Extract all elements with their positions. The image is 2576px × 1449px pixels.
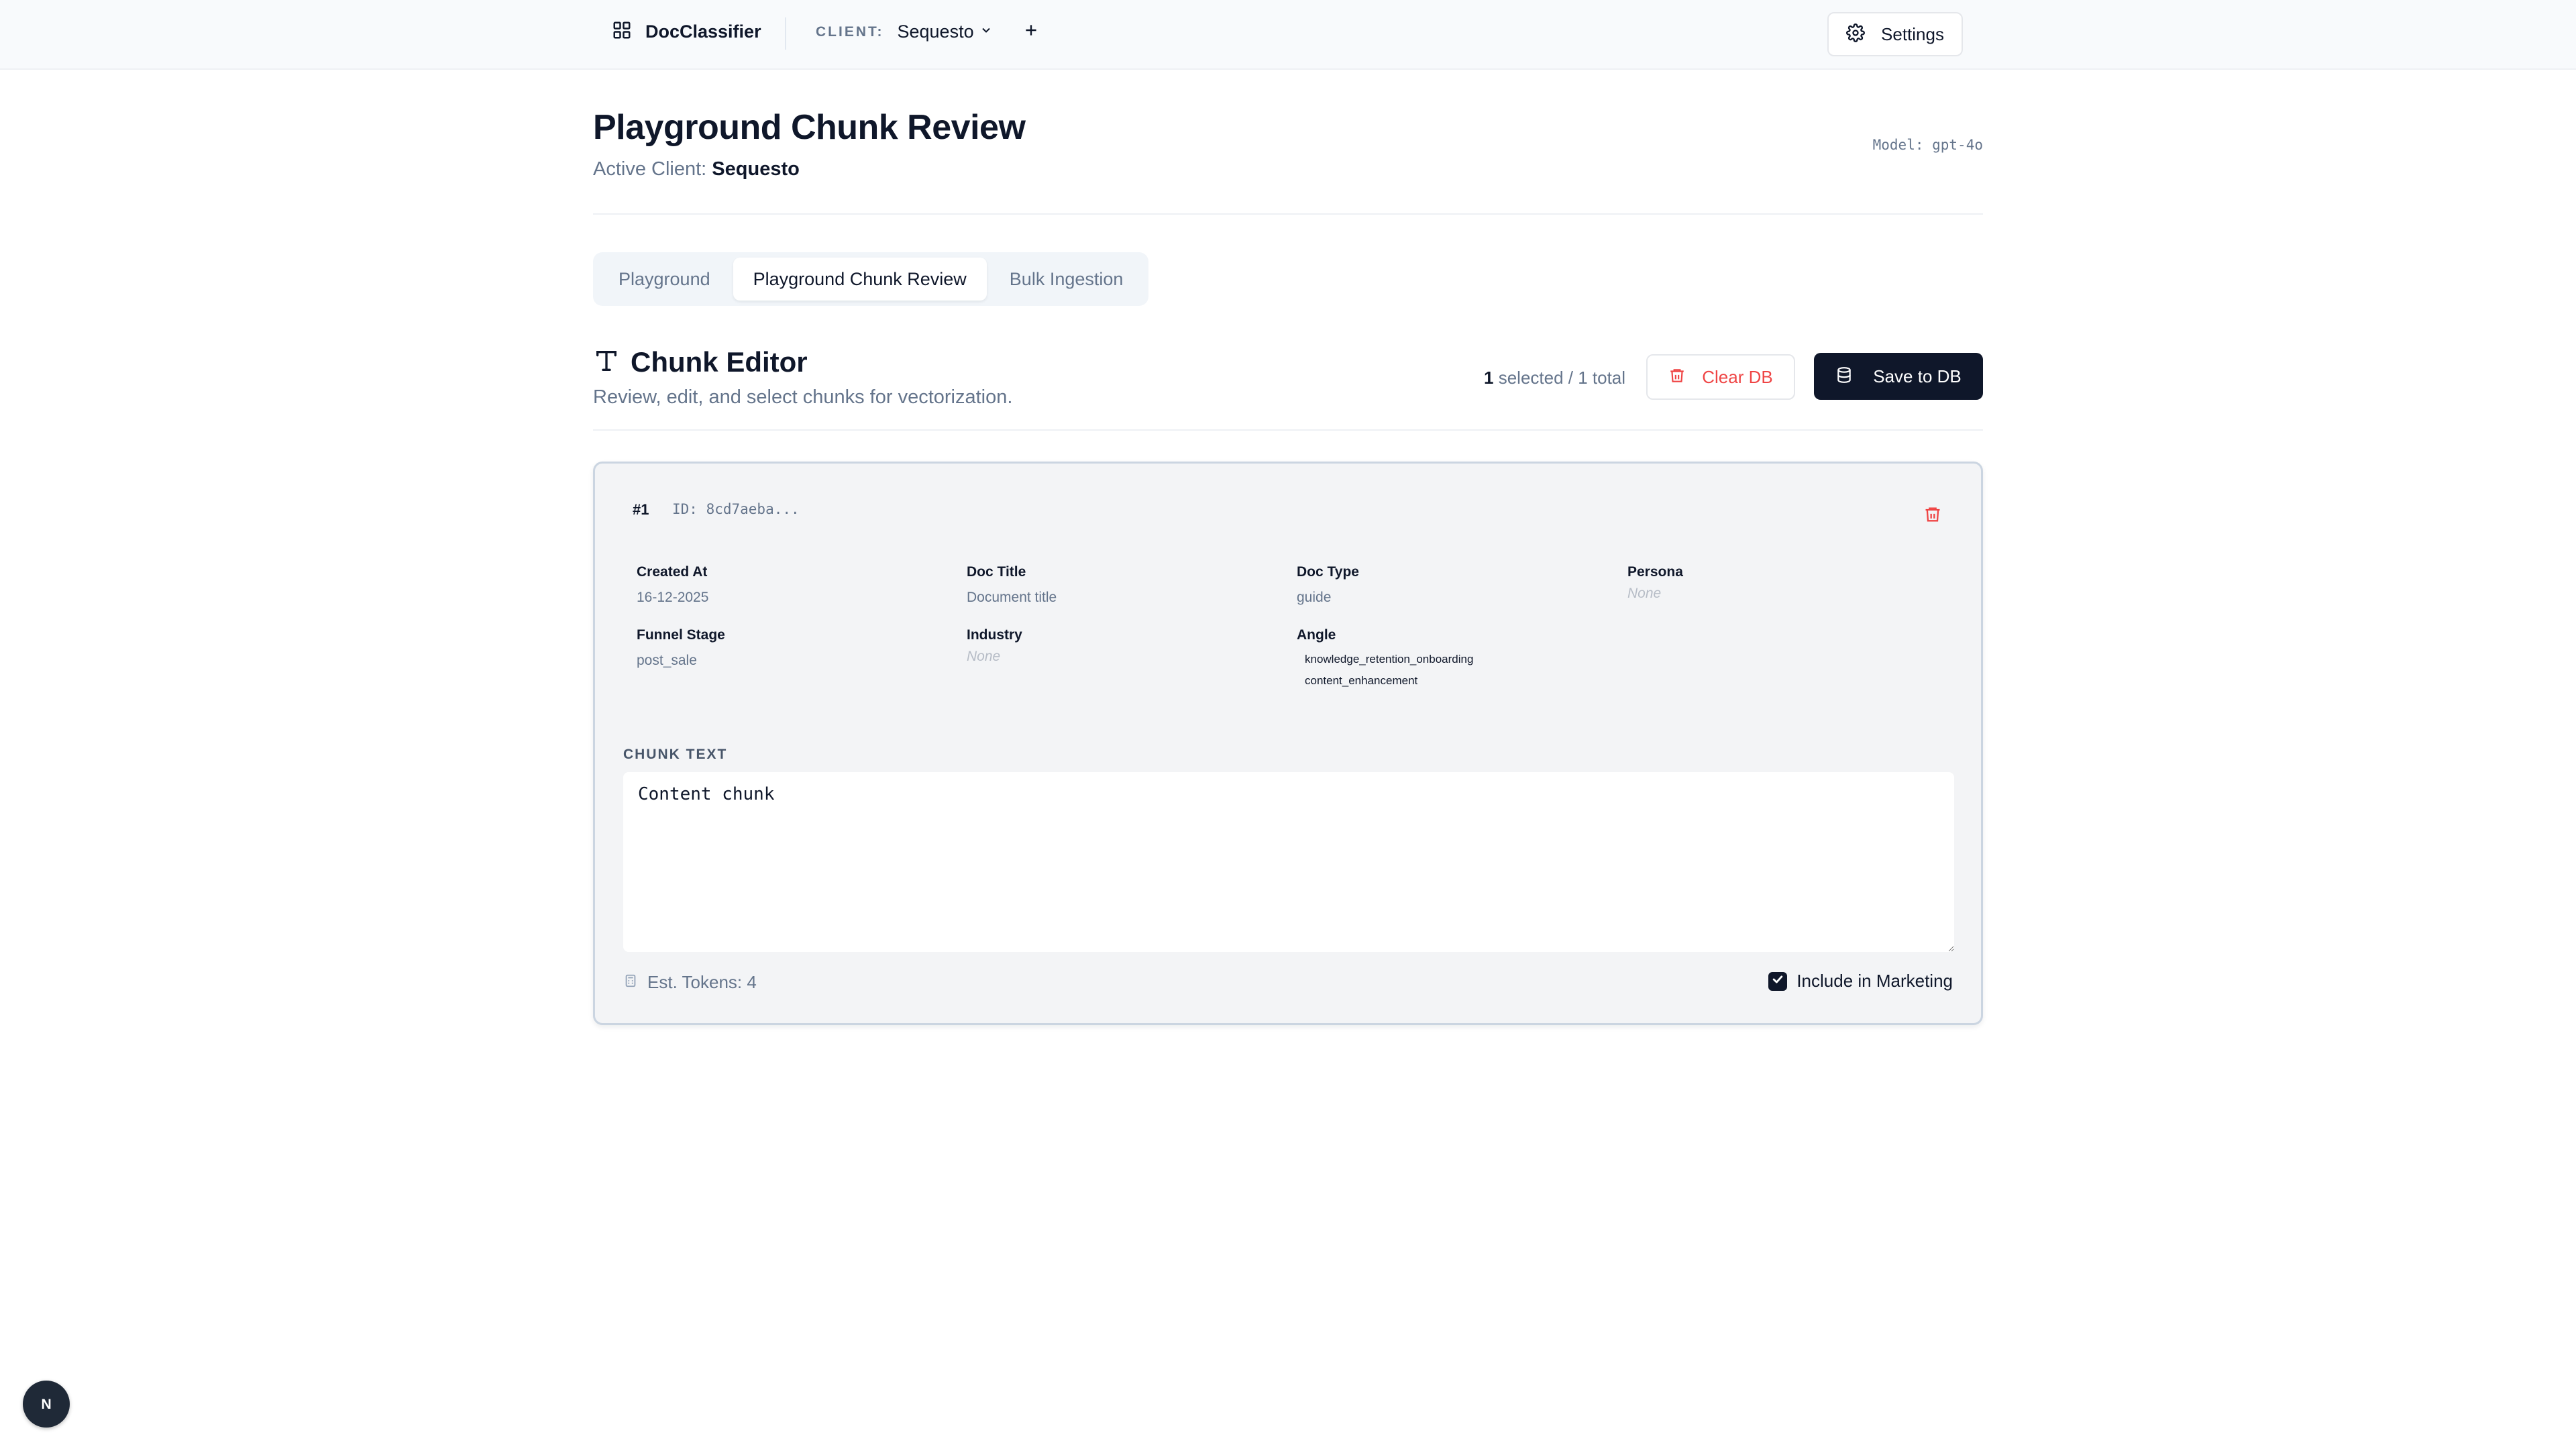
meta-label: Created At [637, 564, 708, 580]
tab-playground-chunk-review[interactable]: Playground Chunk Review [733, 258, 987, 301]
meta-funnel-stage: Funnel Stage post_sale [637, 627, 932, 669]
tab-bulk-ingestion[interactable]: Bulk Ingestion [989, 258, 1144, 301]
active-client: Active Client: Sequesto [593, 158, 800, 180]
badge-letter: N [41, 1396, 51, 1412]
meta-label: Angle [1297, 627, 1336, 643]
section-header: Chunk Editor [593, 346, 808, 378]
meta-created-at: Created At 16-12-2025 [637, 564, 932, 606]
page-title: Playground Chunk Review [593, 108, 1026, 147]
include-in-marketing-toggle[interactable]: Include in Marketing [1768, 971, 1953, 991]
client-label: CLIENT: [816, 23, 884, 40]
chevron-down-icon [979, 23, 993, 40]
meta-industry: Industry None [967, 627, 1262, 665]
trash-icon [1923, 507, 1942, 527]
include-in-marketing-label: Include in Marketing [1796, 971, 1953, 991]
meta-value: 16-12-2025 [637, 590, 709, 605]
save-to-db-button[interactable]: Save to DB [1814, 353, 1983, 400]
section-subtitle: Review, edit, and select chunks for vect… [593, 386, 1013, 408]
delete-chunk-button[interactable] [1923, 505, 1942, 527]
token-estimate-label: Est. Tokens: 4 [647, 972, 757, 992]
app-name: DocClassifier [645, 21, 761, 42]
meta-label: Funnel Stage [637, 627, 725, 643]
meta-value: post_sale [637, 653, 697, 668]
settings-button[interactable]: Settings [1827, 12, 1963, 56]
divider [593, 213, 1983, 215]
tab-playground[interactable]: Playground [598, 258, 731, 301]
divider [593, 429, 1983, 431]
model-label: Model: gpt-4o [1872, 137, 1983, 153]
active-client-value: Sequesto [712, 158, 800, 180]
meta-value: None [1627, 586, 1662, 601]
meta-doc-type: Doc Type guide [1297, 564, 1592, 606]
selected-suffix: selected / 1 total [1498, 368, 1626, 388]
token-estimate: Est. Tokens: 4 [623, 972, 757, 993]
framework-badge[interactable]: N [23, 1381, 70, 1428]
chunk-card: #1 ID: 8cd7aeba... Created At 16-12-2025… [593, 462, 1983, 1025]
angle-tag: content_enhancement [1305, 674, 1418, 687]
clear-db-button[interactable]: Clear DB [1646, 354, 1795, 400]
clear-db-label: Clear DB [1702, 366, 1773, 387]
client-switcher: CLIENT: Sequesto [816, 21, 1040, 42]
angle-tag: knowledge_retention_onboarding [1305, 653, 1474, 665]
grid-icon [612, 20, 632, 44]
client-value: Sequesto [897, 21, 974, 42]
database-icon [1835, 366, 1853, 387]
chunk-text-input[interactable]: Content chunk [623, 772, 1954, 952]
top-bar: DocClassifier CLIENT: Sequesto Settings [0, 0, 2576, 70]
meta-label: Industry [967, 627, 1022, 643]
meta-label: Doc Type [1297, 564, 1359, 580]
chunk-id: ID: 8cd7aeba... [672, 501, 800, 517]
text-type-icon [593, 347, 620, 378]
section-title: Chunk Editor [631, 346, 808, 378]
gear-icon [1846, 23, 1865, 46]
tab-bar: Playground Playground Chunk Review Bulk … [593, 252, 1149, 306]
checkbox[interactable] [1768, 971, 1788, 991]
angle-tags: knowledge_retention_onboarding content_e… [1297, 649, 1592, 692]
n-logo-icon: N [41, 1396, 51, 1412]
selected-number: 1 [1484, 368, 1494, 388]
chunk-text-label: CHUNK TEXT [623, 747, 728, 762]
save-to-db-label: Save to DB [1873, 366, 1962, 386]
active-client-prefix: Active Client: [593, 158, 707, 180]
check-icon [1771, 973, 1784, 989]
meta-label: Doc Title [967, 564, 1026, 580]
plus-icon [1022, 21, 1040, 42]
meta-doc-title: Doc Title Document title [967, 564, 1262, 606]
trash-icon [1668, 367, 1686, 388]
meta-angle: Angle knowledge_retention_onboarding con… [1297, 627, 1592, 692]
meta-value: Document title [967, 590, 1057, 605]
chunk-number: #1 [633, 501, 649, 518]
add-client-button[interactable] [1022, 21, 1040, 42]
meta-value: None [967, 649, 1001, 664]
client-select[interactable]: Sequesto [898, 21, 993, 42]
selection-count: 1 selected / 1 total [1484, 368, 1625, 388]
meta-value: guide [1297, 590, 1332, 605]
meta-label: Persona [1627, 564, 1683, 580]
calculator-icon [623, 973, 638, 991]
divider [785, 17, 786, 50]
settings-label: Settings [1881, 23, 1944, 44]
meta-persona: Persona None [1627, 564, 1923, 602]
brand[interactable]: DocClassifier [612, 20, 761, 44]
